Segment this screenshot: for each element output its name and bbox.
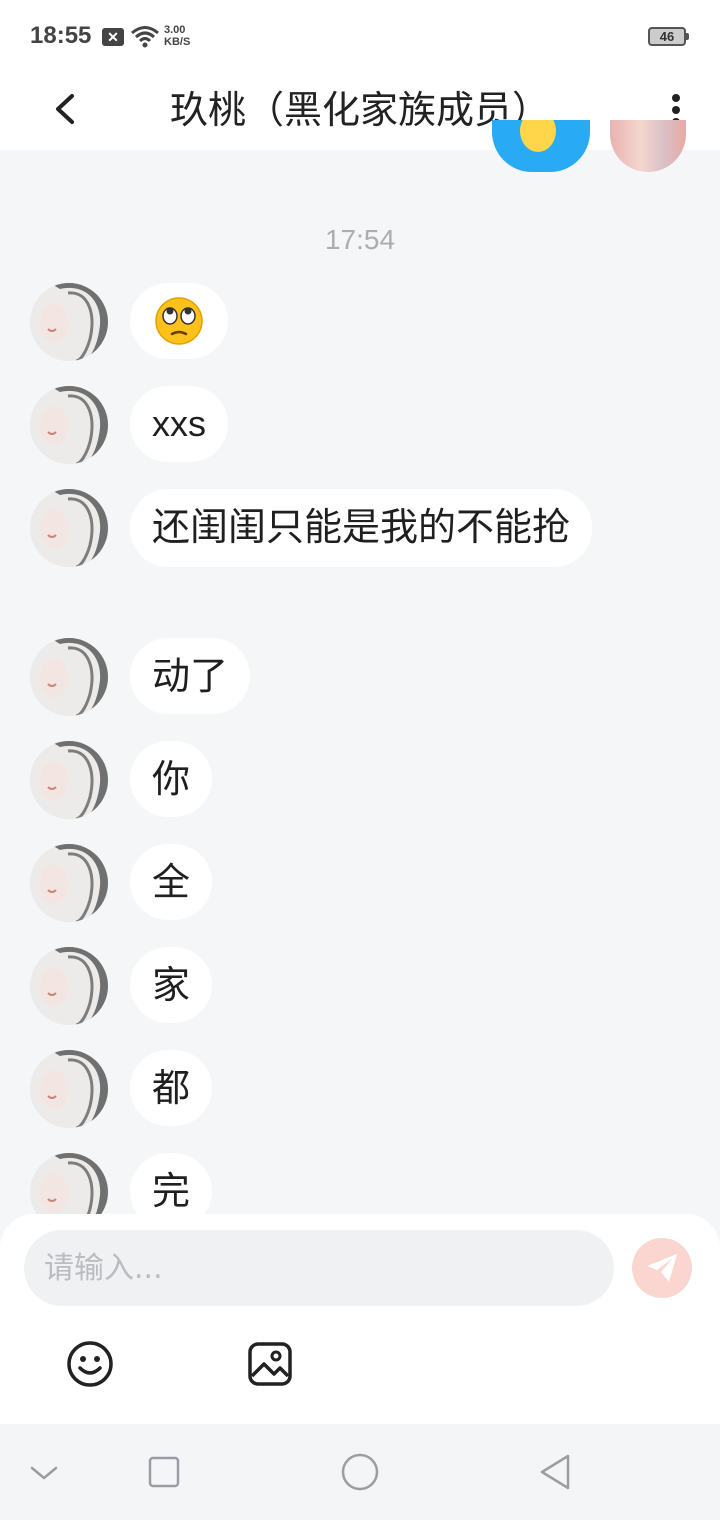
avatar[interactable] bbox=[30, 386, 108, 464]
battery-icon: 46 bbox=[648, 27, 689, 46]
message-bubble[interactable]: 家 bbox=[130, 947, 213, 1023]
status-time: 18:55 bbox=[30, 22, 92, 49]
chevron-left-icon[interactable] bbox=[48, 84, 80, 134]
network-speed-unit: KB/S bbox=[164, 36, 191, 48]
message-bubble[interactable]: 完 bbox=[130, 1153, 213, 1214]
message-bubble[interactable]: 都 bbox=[130, 1050, 213, 1126]
status-bar: 18:55 ✕ 3.00 KB/S 46 bbox=[0, 0, 720, 70]
avatar[interactable] bbox=[30, 283, 108, 361]
message-bubble[interactable]: xxs bbox=[130, 386, 228, 462]
emoji-button[interactable] bbox=[66, 1340, 114, 1388]
paper-plane-icon bbox=[647, 1254, 677, 1282]
smiley-icon bbox=[67, 1341, 113, 1387]
back-triangle-icon[interactable] bbox=[536, 1452, 576, 1492]
send-button[interactable] bbox=[632, 1238, 692, 1298]
avatar[interactable] bbox=[30, 741, 108, 819]
message-bubble[interactable]: 还闺闺只能是我的不能抢 bbox=[130, 489, 593, 567]
message-bubble[interactable]: 全 bbox=[130, 844, 213, 920]
avatar[interactable] bbox=[30, 489, 108, 567]
emoji-icon bbox=[520, 120, 556, 152]
recents-square-icon[interactable] bbox=[144, 1452, 184, 1492]
message-bubble[interactable]: 动了 bbox=[130, 638, 251, 714]
avatar[interactable] bbox=[30, 947, 108, 1025]
message-list[interactable]: 17:54 xxs 还闺闺只能是我的不能抢 动了 你 全 家 都 完 bbox=[0, 150, 720, 1214]
wifi-icon bbox=[131, 26, 159, 48]
system-nav-bar bbox=[0, 1424, 720, 1520]
network-speed-value: 3.00 bbox=[164, 24, 186, 36]
network-speed: 3.00 KB/S bbox=[164, 24, 198, 48]
message-bubble[interactable] bbox=[130, 283, 228, 359]
message-input[interactable] bbox=[24, 1230, 614, 1306]
message-bubble[interactable]: 你 bbox=[130, 741, 213, 817]
image-icon bbox=[248, 1342, 292, 1386]
avatar[interactable] bbox=[30, 844, 108, 922]
composer bbox=[0, 1214, 720, 1424]
image-button[interactable] bbox=[246, 1340, 294, 1388]
avatar[interactable] bbox=[30, 1050, 108, 1128]
avatar[interactable] bbox=[30, 1153, 108, 1214]
face-with-rolling-eyes-icon bbox=[155, 297, 203, 345]
notification-icon: ✕ bbox=[102, 28, 124, 46]
avatar[interactable] bbox=[30, 638, 108, 716]
chevron-down-icon[interactable] bbox=[24, 1452, 64, 1492]
home-circle-icon[interactable] bbox=[340, 1452, 380, 1492]
message-timestamp: 17:54 bbox=[324, 224, 396, 255]
